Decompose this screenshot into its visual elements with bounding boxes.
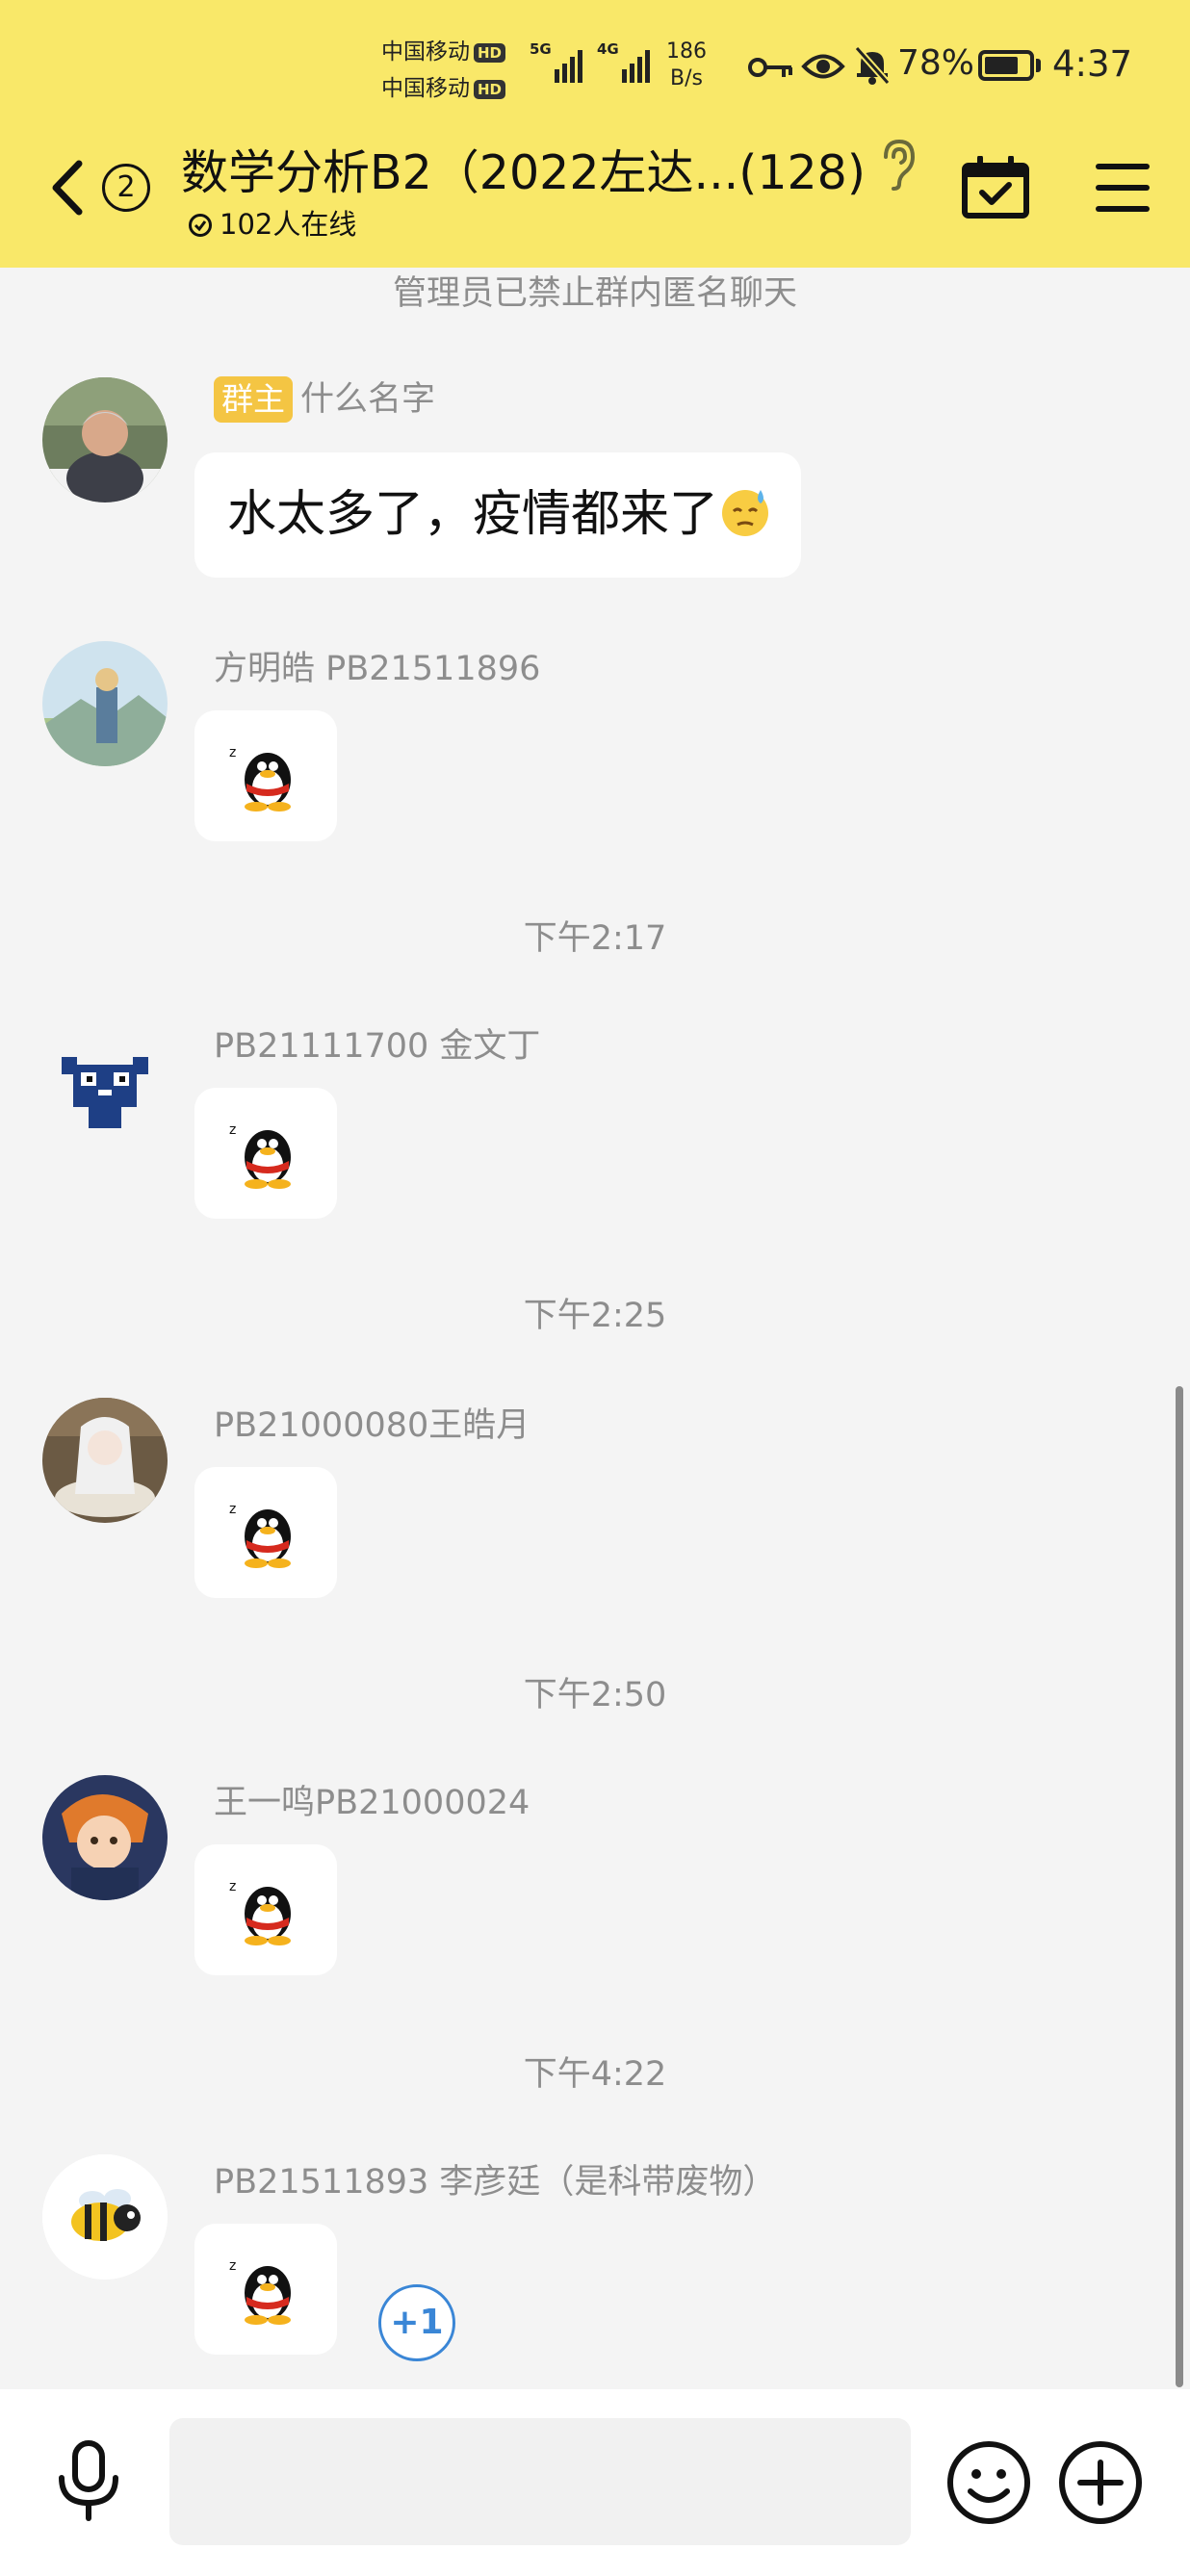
qq-penguin-sticker: z (229, 1502, 291, 1568)
plus-icon[interactable] (1057, 2439, 1144, 2526)
signal-5g-icon: 5G (530, 40, 587, 83)
sender-name: PB21111700 金文丁 (214, 1027, 541, 1066)
message-text: 水太多了，疫情都来了 (227, 486, 719, 543)
svg-text:z: z (229, 745, 236, 760)
avatar[interactable] (42, 641, 168, 766)
group-title[interactable]: 数学分析B2（2022左达...(128) (181, 135, 865, 203)
sticker-bubble[interactable]: z (194, 1844, 337, 1975)
svg-text:z: z (229, 1502, 236, 1517)
clock: 4:37 (1052, 43, 1133, 85)
scrollbar[interactable] (1176, 1386, 1183, 2387)
timestamp: 下午4:22 (523, 2055, 667, 2094)
avatar[interactable] (42, 377, 168, 502)
signal-4g-icon: 4G (597, 40, 655, 83)
battery-icon (978, 50, 1034, 81)
online-check-icon (189, 214, 212, 237)
sticker-bubble[interactable]: z (194, 1467, 337, 1598)
sweat-emoji-icon (722, 490, 769, 536)
carrier-2: 中国移动 HD (381, 69, 506, 102)
calendar-check-icon[interactable] (961, 156, 1030, 219)
qq-penguin-sticker: z (229, 745, 291, 811)
svg-text:z: z (229, 1122, 236, 1138)
mic-icon[interactable] (52, 2439, 125, 2522)
avatar[interactable] (42, 1398, 168, 1523)
battery-percent: 78% (897, 43, 975, 83)
owner-tag: 群主 (214, 376, 293, 423)
menu-icon[interactable] (1096, 162, 1150, 214)
timestamp: 下午2:25 (523, 1297, 667, 1335)
key-icon (748, 58, 792, 77)
network-speed: 186 B/s (666, 39, 707, 90)
online-count[interactable]: 102人在线 (189, 202, 356, 243)
message-input[interactable] (169, 2418, 911, 2545)
system-notice: 管理员已禁止群内匿名聊天 (392, 274, 797, 313)
plus-one-reaction-button[interactable]: +1 (378, 2284, 455, 2361)
timestamp: 下午2:17 (523, 919, 667, 958)
back-icon[interactable] (48, 158, 91, 218)
sticker-bubble[interactable]: z (194, 2224, 337, 2355)
avatar[interactable] (42, 2154, 168, 2280)
bell-muted-icon (854, 45, 891, 86)
chat-header: 中国移动 HD 中国移动 HD 5G 4G 186 B/s 78% 4:37 2… (0, 0, 1190, 268)
carrier-1: 中国移动 HD (381, 33, 506, 65)
message-bubble[interactable]: 水太多了，疫情都来了 (194, 452, 802, 578)
sender-name: PB21000080王皓月 (214, 1406, 530, 1445)
sticker-bubble[interactable]: z (194, 1088, 337, 1219)
unread-count-badge[interactable]: 2 (102, 164, 150, 212)
sender-name: 群主 什么名字 (214, 372, 435, 423)
sender-name: 方明皓 PB21511896 (214, 650, 541, 688)
ear-icon[interactable] (878, 138, 918, 192)
timestamp: 下午2:50 (523, 1676, 667, 1714)
eye-icon (801, 54, 845, 79)
svg-text:z: z (229, 1879, 236, 1894)
emoji-icon[interactable] (945, 2439, 1032, 2526)
sender-name: 王一鸣PB21000024 (214, 1784, 530, 1822)
avatar[interactable] (42, 1775, 168, 1900)
sender-name: PB21511893 李彦廷（是科带废物） (214, 2163, 777, 2202)
svg-text:z: z (229, 2258, 236, 2274)
avatar[interactable] (42, 1018, 168, 1144)
qq-penguin-sticker: z (229, 1122, 291, 1189)
qq-penguin-sticker: z (229, 2258, 291, 2325)
qq-penguin-sticker: z (229, 1879, 291, 1945)
battery-level (985, 57, 1018, 74)
sticker-bubble[interactable]: z (194, 710, 337, 841)
